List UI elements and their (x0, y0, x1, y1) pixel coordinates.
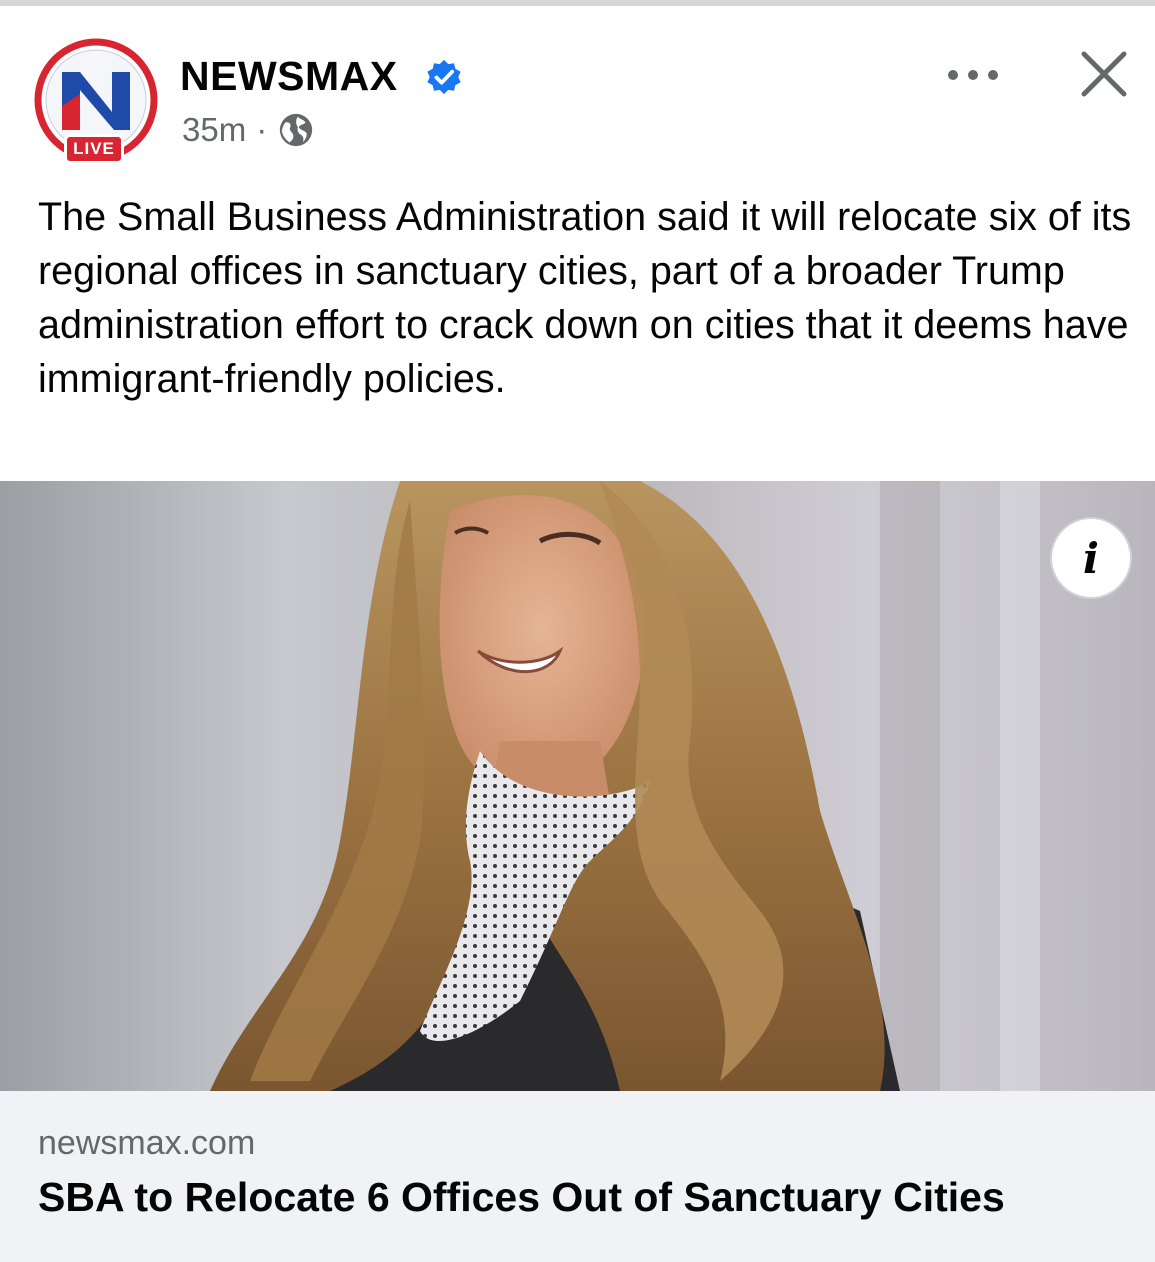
close-icon[interactable] (1078, 48, 1130, 100)
info-icon: i (1083, 533, 1099, 583)
post-timestamp[interactable]: 35m (182, 111, 246, 149)
post-header (0, 6, 1155, 181)
globe-icon (280, 113, 313, 147)
post-text: The Small Business Administration said i… (38, 195, 1132, 401)
page-name[interactable]: NEWSMAX (180, 52, 398, 100)
post-meta: 35m · (182, 110, 315, 150)
live-badge: LIVE (64, 134, 124, 164)
meta-separator: · (256, 111, 268, 148)
info-button[interactable]: i (1050, 517, 1132, 599)
more-options-button[interactable] (943, 60, 1003, 90)
woman-portrait-photo (0, 481, 1155, 1091)
link-title[interactable]: SBA to Relocate 6 Offices Out of Sanctua… (38, 1174, 1005, 1221)
verified-badge-icon (427, 59, 461, 95)
link-domain: newsmax.com (38, 1124, 256, 1162)
post-image[interactable] (0, 481, 1155, 1091)
